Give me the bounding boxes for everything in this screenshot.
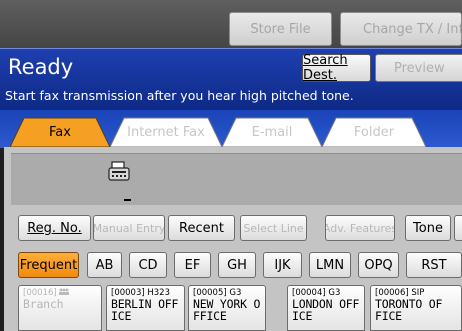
tab-fax[interactable]: Fax <box>10 117 110 147</box>
status-title: Ready <box>8 55 74 79</box>
index-ab[interactable]: AB <box>87 252 122 278</box>
destination-group-branch[interactable]: [00016] Branch <box>18 285 102 331</box>
destination-name: LONDON OFF ICE <box>292 297 360 323</box>
tab-fax-label: Fax <box>49 124 71 140</box>
destination-toronto[interactable]: [00006] SIP TORONTO OF FICE <box>370 285 462 331</box>
destination-name: TORONTO OF FICE <box>375 297 443 323</box>
index-rst[interactable]: RST <box>406 252 462 278</box>
tab-folder-label: Folder <box>353 124 395 140</box>
index-ijk[interactable]: IJK <box>263 252 302 278</box>
search-dest-button[interactable]: Search Dest. <box>302 53 371 83</box>
select-line-button[interactable]: Select Line <box>240 215 307 241</box>
search-dest-label: Search Dest. <box>303 53 348 83</box>
destination-name: Branch <box>23 297 64 311</box>
status-message: Start fax transmission after you hear hi… <box>5 88 354 103</box>
manual-entry-button[interactable]: Manual Entry <box>93 215 165 241</box>
destination-name: NEW YORK O FFICE <box>193 297 261 323</box>
index-ef[interactable]: EF <box>174 252 211 278</box>
group-icon <box>59 288 70 295</box>
next-control-button[interactable] <box>454 215 462 241</box>
destination-london[interactable]: [00004] G3 LONDON OFF ICE <box>287 285 365 331</box>
index-cd[interactable]: CD <box>129 252 167 278</box>
tab-email-label: E-mail <box>251 124 293 140</box>
tone-button[interactable]: Tone <box>405 215 451 241</box>
recent-label: Recent <box>179 220 224 236</box>
tab-folder[interactable]: Folder <box>322 117 426 147</box>
index-frequent[interactable]: Frequent <box>18 252 79 278</box>
destination-berlin[interactable]: [00003] H323 BERLIN OFF ICE <box>106 285 185 331</box>
tab-email[interactable]: E-mail <box>222 117 322 147</box>
index-gh[interactable]: GH <box>218 252 256 278</box>
destination-name: BERLIN OFF ICE <box>111 297 179 323</box>
change-tx-info-button[interactable]: Change TX / Info <box>340 12 462 46</box>
index-lmn[interactable]: LMN <box>309 252 351 278</box>
tab-internet-fax[interactable]: Internet Fax <box>110 117 222 147</box>
index-opq[interactable]: OPQ <box>358 252 399 278</box>
reg-no-label: Reg. No. <box>27 220 82 236</box>
store-file-button[interactable]: Store File <box>229 12 332 46</box>
adv-features-button[interactable]: Adv. Features <box>325 215 395 241</box>
preview-button[interactable]: Preview <box>375 54 462 82</box>
recent-button[interactable]: Recent <box>168 215 235 241</box>
tab-internet-fax-label: Internet Fax <box>127 124 205 140</box>
input-cursor <box>124 199 131 201</box>
reg-no-button[interactable]: Reg. No. <box>18 215 91 241</box>
fax-machine-icon <box>108 161 130 181</box>
destination-display <box>11 153 462 205</box>
destination-new-york[interactable]: [00005] G3 NEW YORK O FFICE <box>188 285 266 331</box>
